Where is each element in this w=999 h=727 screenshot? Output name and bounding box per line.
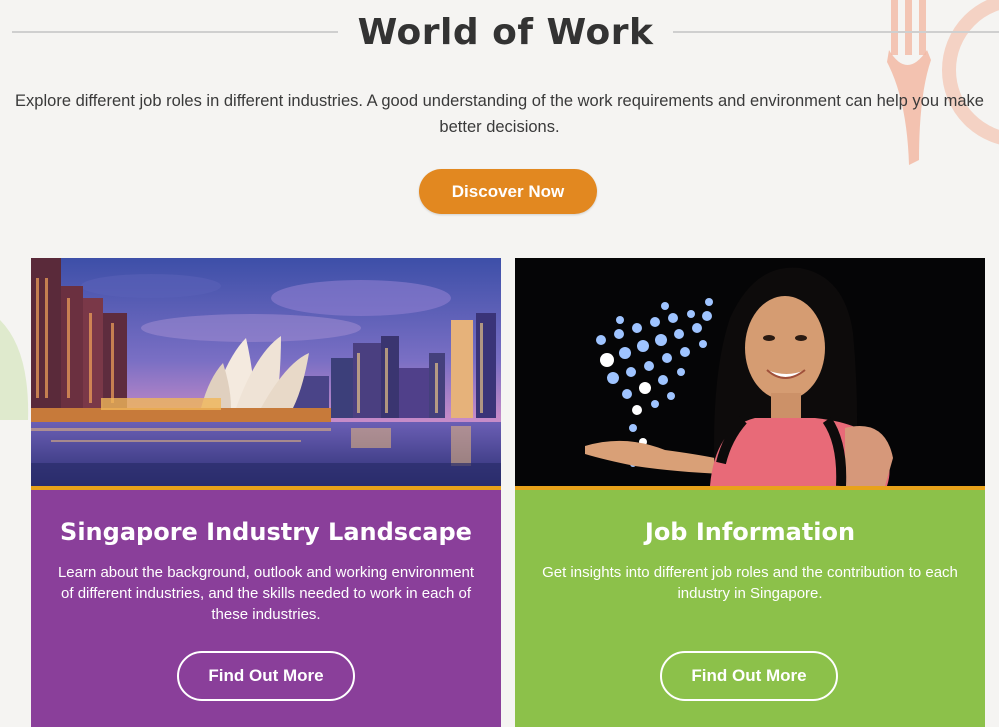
intro-line: better decisions. — [439, 118, 560, 136]
woman-with-lights-image — [515, 258, 985, 486]
find-out-more-button[interactable]: Find Out More — [177, 651, 355, 701]
industry-landscape-card[interactable]: Singapore Industry Landscape Learn about… — [31, 258, 501, 727]
card-title: Singapore Industry Landscape — [60, 518, 472, 546]
card-content: Singapore Industry Landscape Learn about… — [31, 490, 501, 727]
discover-now-button[interactable]: Discover Now — [419, 169, 597, 214]
leaf-decoration-icon — [0, 320, 29, 420]
section-header: World of Work — [12, 8, 999, 56]
card-description-line: Get insights into different job roles an… — [542, 564, 958, 581]
intro-text: Explore different job roles in different… — [0, 88, 999, 140]
header-divider-right — [673, 31, 999, 33]
card-description-line: these industries. — [211, 606, 321, 623]
card-content: Job Information Get insights into differ… — [515, 490, 985, 727]
card-description-line: industry in Singapore. — [677, 585, 823, 602]
job-information-card[interactable]: Job Information Get insights into differ… — [515, 258, 985, 727]
header-divider-left — [12, 31, 338, 33]
card-description: Get insights into different job roles an… — [515, 562, 985, 604]
card-description-line: of different industries, and the skills … — [61, 585, 471, 602]
page-title: World of Work — [357, 11, 654, 53]
intro-line: Explore different job roles in different… — [15, 92, 984, 110]
card-description-line: Learn about the background, outlook and … — [57, 564, 475, 581]
card-description: Learn about the background, outlook and … — [31, 562, 501, 625]
card-title: Job Information — [644, 518, 856, 546]
find-out-more-button[interactable]: Find Out More — [660, 651, 838, 701]
singapore-skyline-image — [31, 258, 501, 486]
